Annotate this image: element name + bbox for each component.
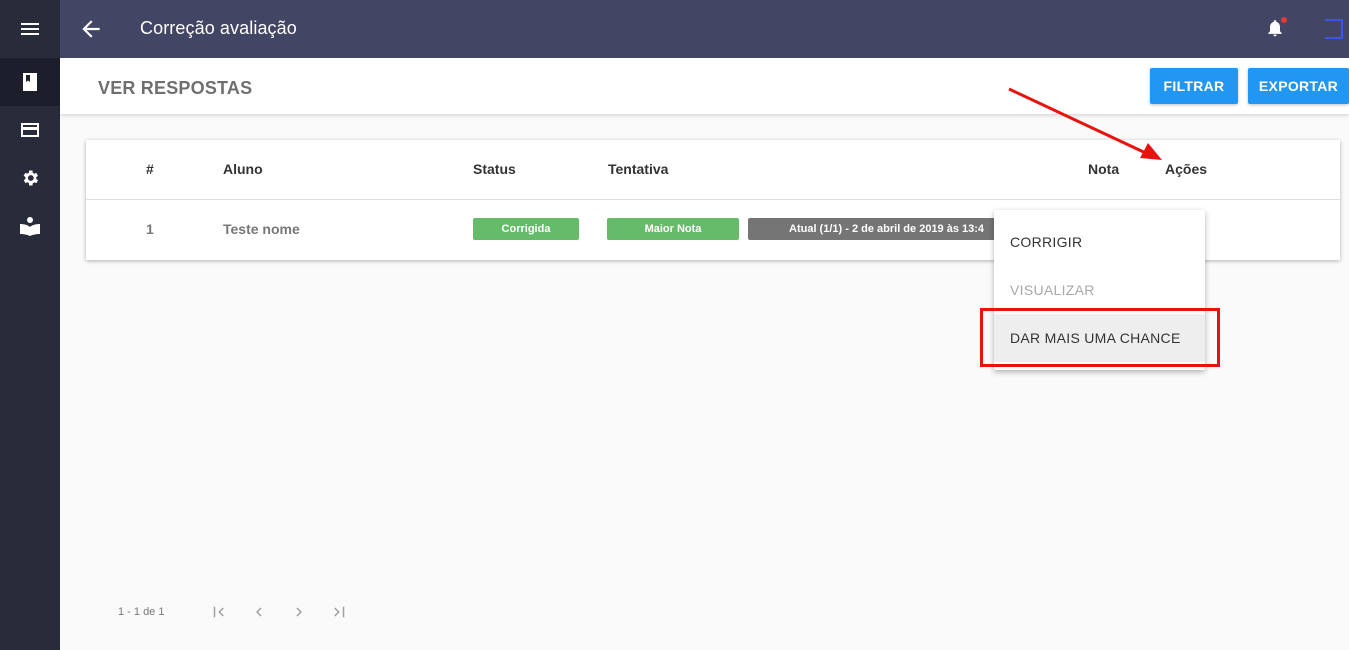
column-header-status: Status	[473, 161, 516, 177]
row-index: 1	[146, 221, 154, 237]
back-arrow-icon[interactable]	[78, 16, 104, 42]
student-name: Teste nome	[223, 221, 300, 237]
filter-button[interactable]: FILTRAR	[1150, 68, 1238, 104]
expand-icon[interactable]	[1325, 19, 1343, 39]
next-page-icon[interactable]	[287, 600, 311, 624]
book-icon[interactable]	[0, 58, 60, 106]
credit-card-icon[interactable]	[0, 106, 60, 154]
section-title: VER RESPOSTAS	[98, 78, 253, 98]
notification-dot	[1281, 17, 1287, 23]
previous-page-icon[interactable]	[247, 600, 271, 624]
notification-bell-icon[interactable]	[1265, 17, 1287, 41]
status-badge: Corrigida	[473, 218, 579, 240]
column-header-grade: Nota	[1088, 161, 1120, 177]
column-header-actions: Ações	[1165, 161, 1208, 177]
reading-student-icon[interactable]	[0, 202, 60, 250]
column-header-attempt: Tentativa	[608, 161, 669, 177]
export-button[interactable]: EXPORTAR	[1248, 68, 1349, 104]
table-header-row: # Aluno Status Tentativa Nota Ações	[86, 140, 1340, 200]
annotation-highlight-box	[980, 308, 1220, 367]
last-page-icon[interactable]	[327, 600, 351, 624]
page-title: Correção avaliação	[140, 18, 297, 38]
sidebar	[0, 0, 60, 650]
gear-icon[interactable]	[0, 154, 60, 202]
app-bar: Correção avaliação	[60, 0, 1349, 58]
menu-icon[interactable]	[0, 5, 60, 53]
menu-item-visualizar[interactable]: VISUALIZAR	[994, 266, 1205, 314]
best-grade-badge: Maior Nota	[607, 218, 739, 240]
section-header: VER RESPOSTAS FILTRAR EXPORTAR	[60, 58, 1349, 114]
column-header-student: Aluno	[223, 161, 263, 177]
pagination-range: 1 - 1 de 1	[118, 606, 165, 618]
menu-item-corrigir[interactable]: CORRIGIR	[994, 218, 1205, 266]
attempt-detail-badge: Atual (1/1) - 2 de abril de 2019 às 13:4	[748, 218, 998, 240]
first-page-icon[interactable]	[207, 600, 231, 624]
column-header-index: #	[146, 161, 154, 177]
